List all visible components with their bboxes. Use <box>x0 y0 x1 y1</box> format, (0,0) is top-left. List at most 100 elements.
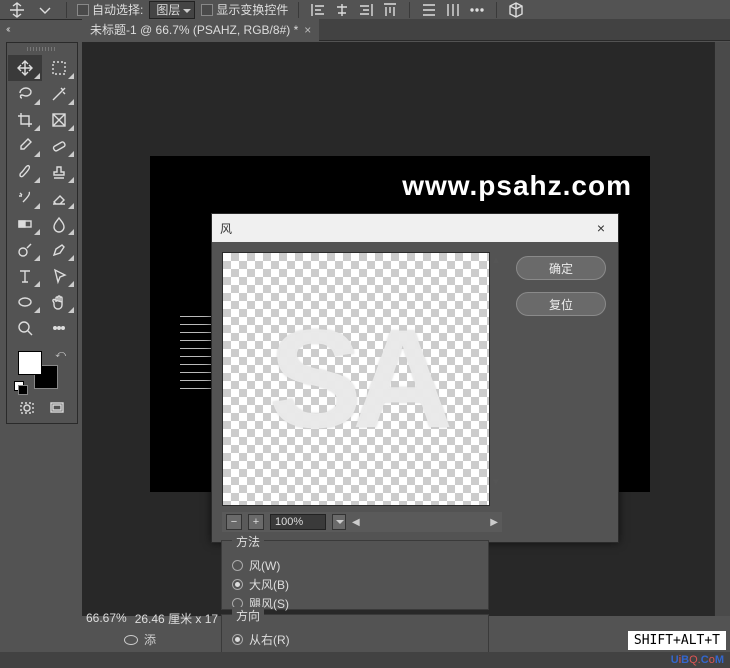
show-transform-checkbox[interactable]: 显示变换控件 <box>201 1 288 18</box>
move-tool[interactable] <box>8 55 42 81</box>
move-cursor-icon <box>8 1 26 19</box>
zoom-tool[interactable] <box>8 315 42 341</box>
preview-column: SA ▲ ▼ − + 100% ◀ ▶ <box>222 252 502 532</box>
blur-tool[interactable] <box>42 211 76 237</box>
distribute-button-2[interactable] <box>444 2 462 18</box>
lasso-icon <box>16 85 34 103</box>
preview-zoom-bar: − + 100% ◀ ▶ <box>222 512 502 532</box>
separator <box>66 2 67 18</box>
lasso-tool[interactable] <box>8 81 42 107</box>
align-right-icon <box>357 1 375 19</box>
quick-mask-button[interactable] <box>16 399 38 417</box>
hand-tool[interactable] <box>42 289 76 315</box>
distribute-button-1[interactable] <box>420 2 438 18</box>
eraser-icon <box>50 189 68 207</box>
default-colors-button[interactable] <box>14 381 30 393</box>
dialog-close-button[interactable]: × <box>592 219 610 237</box>
shape-tool[interactable] <box>8 289 42 315</box>
show-transform-label: 显示变换控件 <box>216 1 288 18</box>
dialog-titlebar[interactable]: 风 × <box>212 214 618 242</box>
auto-select-checkbox[interactable]: 自动选择: <box>77 1 143 18</box>
method-wind-radio[interactable]: 风(W) <box>232 557 478 574</box>
crop-tool[interactable] <box>8 107 42 133</box>
preview-scroll-right[interactable]: ▶ <box>490 517 498 528</box>
path-select-tool[interactable] <box>42 263 76 289</box>
zoom-dropdown[interactable] <box>332 514 346 530</box>
frame-tool[interactable] <box>42 107 76 133</box>
heal-tool[interactable] <box>42 133 76 159</box>
preview-scroll-up[interactable]: ▲ <box>491 255 501 265</box>
shortcut-overlay: SHIFT+ALT+T <box>628 631 726 650</box>
tool-preset-dropdown[interactable] <box>6 2 28 18</box>
crop-icon <box>16 111 34 129</box>
preview-scroll-left[interactable]: ◀ <box>352 517 360 528</box>
ok-button[interactable]: 确定 <box>516 256 606 280</box>
direction-group-label: 方向 <box>232 607 264 624</box>
method-blast-radio[interactable]: 大风(B) <box>232 576 478 593</box>
hand-icon <box>50 293 68 311</box>
direction-right-radio[interactable]: 从右(R) <box>232 631 478 648</box>
dialog-body: SA ▲ ▼ − + 100% ◀ ▶ 确定 复位 <box>212 242 618 542</box>
pen-tool[interactable] <box>42 237 76 263</box>
history-brush-tool[interactable] <box>8 185 42 211</box>
document-tab[interactable]: 未标题-1 @ 66.7% (PSAHZ, RGB/8#) * × <box>82 19 319 41</box>
visibility-eye-icon[interactable] <box>124 635 138 645</box>
eraser-tool[interactable] <box>42 185 76 211</box>
preview-image[interactable]: SA ▲ ▼ <box>222 252 490 506</box>
color-swatches: ⤺ <box>12 347 72 393</box>
tool-grid <box>8 55 76 341</box>
status-zoom[interactable]: 66.67% <box>86 611 127 625</box>
preview-content: SA <box>223 253 489 505</box>
screen-mode-button[interactable] <box>46 399 68 417</box>
panel-drag-handle[interactable] <box>27 47 57 51</box>
type-icon <box>16 267 34 285</box>
screen-icon <box>48 399 66 417</box>
eyedropper-tool[interactable] <box>8 133 42 159</box>
document-tab-bar: 未标题-1 @ 66.7% (PSAHZ, RGB/8#) * × <box>82 19 730 41</box>
type-tool[interactable] <box>8 263 42 289</box>
method-group: 方法 风(W) 大风(B) 飓风(S) <box>221 540 489 610</box>
bandage-icon <box>50 137 68 155</box>
dropdown-caret[interactable] <box>34 2 56 18</box>
stamp-tool[interactable] <box>42 159 76 185</box>
checkbox-icon <box>77 4 89 16</box>
align-left-button[interactable] <box>309 2 327 18</box>
status-dimensions: 26.46 厘米 x 17 <box>135 610 218 627</box>
quick-select-tool[interactable] <box>42 81 76 107</box>
align-right-button[interactable] <box>357 2 375 18</box>
distribute-icon <box>420 1 438 19</box>
more-align-button[interactable] <box>468 2 486 18</box>
dodge-icon <box>16 241 34 259</box>
document-tab-label: 未标题-1 @ 66.7% (PSAHZ, RGB/8#) * <box>90 21 298 38</box>
reset-button[interactable]: 复位 <box>516 292 606 316</box>
auto-select-label: 自动选择: <box>92 1 143 18</box>
swap-colors-button[interactable]: ⤺ <box>55 349 66 360</box>
auto-select-target-dropdown[interactable]: 图层 <box>149 1 195 19</box>
3d-mode-button[interactable] <box>507 2 525 18</box>
panel-collapse-chevrons[interactable]: ‹‹ <box>6 24 9 35</box>
mask-icon <box>18 399 36 417</box>
align-left-icon <box>309 1 327 19</box>
vertical-scrollbar[interactable] <box>714 42 730 616</box>
foreground-color[interactable] <box>18 351 42 375</box>
tab-close-button[interactable]: × <box>304 23 311 37</box>
arrow-cursor-icon <box>50 267 68 285</box>
site-watermark: UiBQ.CoM <box>671 654 724 666</box>
zoom-in-button[interactable]: + <box>248 514 264 530</box>
dots-icon <box>468 1 486 19</box>
brush-tool[interactable] <box>8 159 42 185</box>
gradient-tool[interactable] <box>8 211 42 237</box>
preview-scroll-down[interactable]: ▼ <box>491 477 501 487</box>
method-group-label: 方法 <box>232 533 264 550</box>
edit-toolbar-button[interactable] <box>42 315 76 341</box>
align-center-h-button[interactable] <box>333 2 351 18</box>
tools-panel: ⤺ <box>6 42 78 424</box>
method-stagger-radio[interactable]: 飓风(S) <box>232 595 478 612</box>
dodge-tool[interactable] <box>8 237 42 263</box>
wind-filter-dialog: 风 × SA ▲ ▼ − + 100% ◀ ▶ 确定 复位 <box>211 213 619 543</box>
artboard-tool[interactable] <box>42 55 76 81</box>
align-top-button[interactable] <box>381 2 399 18</box>
zoom-out-button[interactable]: − <box>226 514 242 530</box>
zoom-value-field[interactable]: 100% <box>270 514 326 530</box>
stamp-icon <box>50 163 68 181</box>
